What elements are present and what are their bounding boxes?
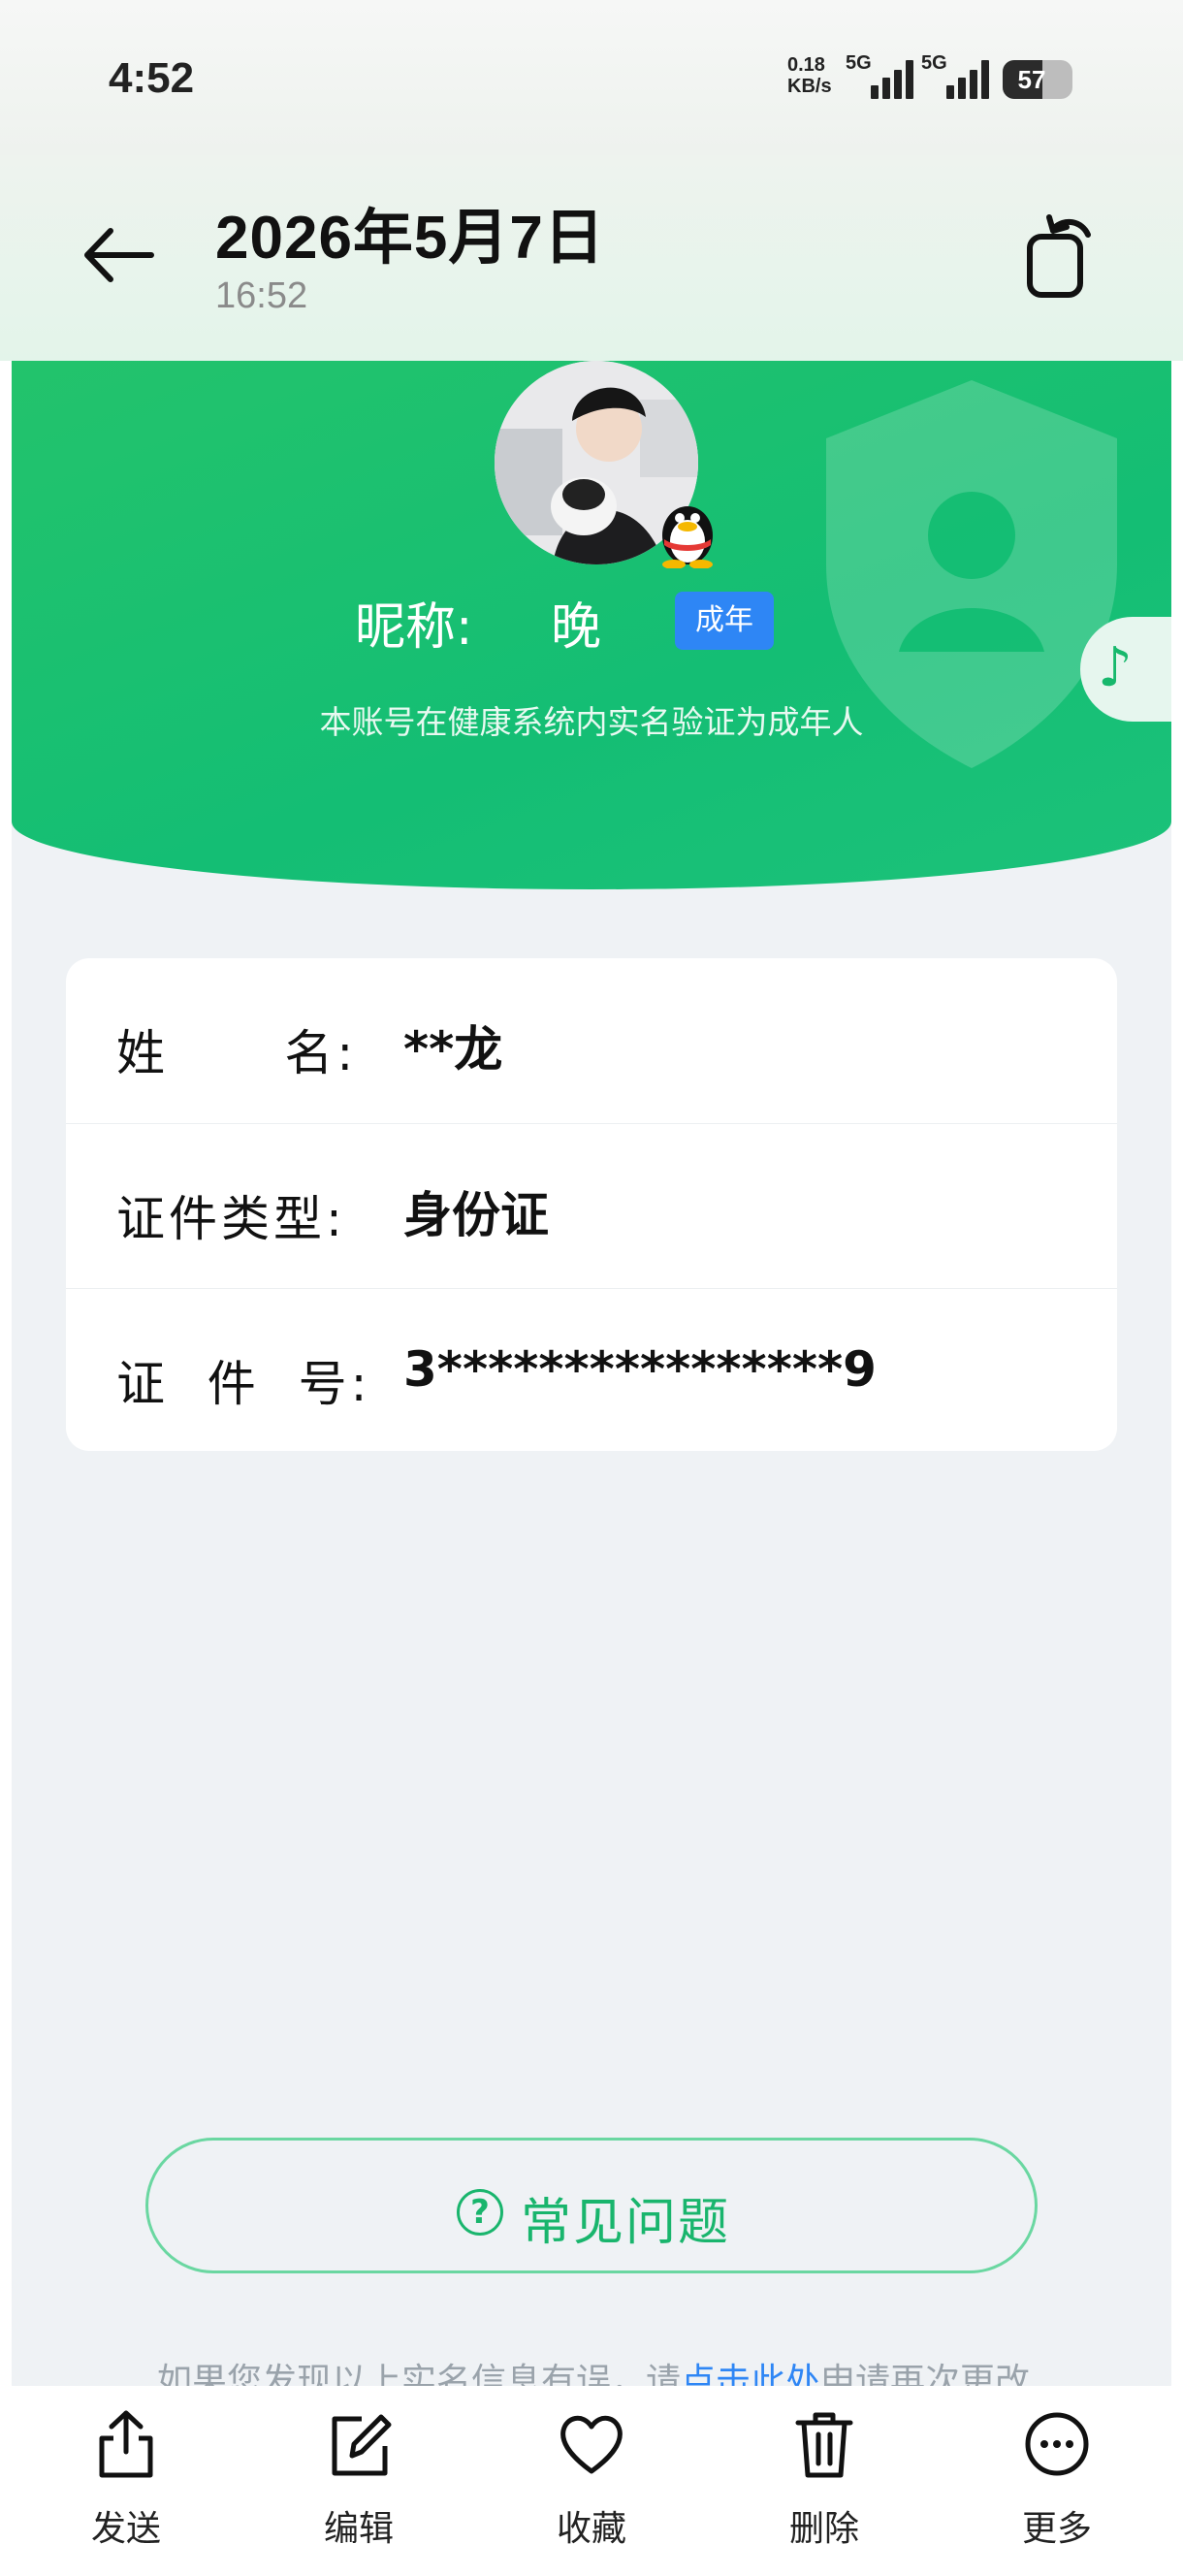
verification-hero: 昵称: 晚 成年 本账号在健康系统内实名验证为成年人 [12,361,1171,889]
info-row-id-number: 证 件 号: 3****************9 [66,1288,1117,1453]
page-subtitle: 16:52 [215,275,308,316]
favorite-button[interactable]: 收藏 [524,2407,659,2553]
nickname-value: 晚 [551,598,602,657]
info-row-id-type: 证件类型: 身份证 [66,1123,1117,1288]
info-label: 姓 名: [116,1025,358,1081]
question-circle-icon: ? [457,2189,503,2236]
edit-icon [332,2414,392,2476]
battery-percent: 57 [1017,65,1046,94]
share-icon [99,2410,153,2478]
nickname-label: 昵称: [355,598,473,657]
adult-badge: 成年 [675,592,774,650]
notice-suffix: 申请再次更改 [820,2362,1031,2386]
delete-button[interactable]: 删除 [756,2407,892,2553]
viewer-header: 2026年5月7日 16:52 [0,155,1183,361]
trash-icon [795,2412,853,2478]
music-note-icon: ♪ [1098,636,1133,699]
rotate-button[interactable] [1020,209,1098,303]
nickname-row: 昵称: 晚 成年 [12,584,1171,661]
network-speed-value: 0.18 [787,54,825,76]
arrow-left-icon [84,228,154,282]
status-bar: 4:52 0.18 KB/s 5G 5G 57 [0,0,1183,155]
send-label: 发送 [90,2509,161,2549]
verification-description: 本账号在健康系统内实名验证为成年人 [319,703,864,741]
info-label: 证件类型: [116,1191,346,1247]
edit-button[interactable]: 编辑 [291,2407,427,2553]
signal-bars-icon [943,60,989,99]
back-button[interactable] [76,211,163,299]
network-speed: 0.18 KB/s [787,54,832,97]
notice-prefix: 如果您发现以上实名信息有误，请 [157,2362,682,2386]
info-row-name: 姓 名: **龙 [66,958,1117,1123]
qq-penguin-icon [662,506,713,568]
battery-icon: 57 [1003,60,1072,99]
rotate-icon [1027,214,1091,298]
notice-link[interactable]: 点击此处 [681,2362,820,2386]
info-value: 3****************9 [403,1341,877,1398]
heart-icon [560,2415,623,2474]
info-label: 证 件 号: [116,1356,371,1412]
more-button[interactable]: 更多 [989,2407,1125,2553]
edit-label: 编辑 [323,2509,394,2549]
photo-content: 昵称: 晚 成年 本账号在健康系统内实名验证为成年人 ♪ 姓 名: **龙 证件… [12,361,1171,2386]
delete-label: 删除 [788,2509,859,2549]
info-value: 身份证 [403,1187,549,1243]
more-icon [1025,2412,1089,2476]
correction-notice: 如果您发现以上实名信息有误，请点击此处申请再次更改 [157,2353,1030,2386]
favorite-label: 收藏 [556,2509,626,2549]
network-speed-unit: KB/s [787,76,832,97]
faq-label: 常见问题 [521,2194,731,2252]
faq-button[interactable]: ? 常见问题 [145,2138,1038,2273]
send-button[interactable]: 发送 [58,2407,194,2553]
page-title: 2026年5月7日 [215,205,605,272]
identity-info-card: 姓 名: **龙 证件类型: 身份证 证 件 号: 3*************… [66,958,1117,1451]
more-label: 更多 [1021,2509,1092,2549]
signal-bars-icon [867,60,913,99]
info-value: **龙 [403,1021,503,1078]
status-time: 4:52 [109,54,195,102]
bottom-toolbar: 发送 编辑 收藏 删除 更多 [0,2386,1183,2576]
